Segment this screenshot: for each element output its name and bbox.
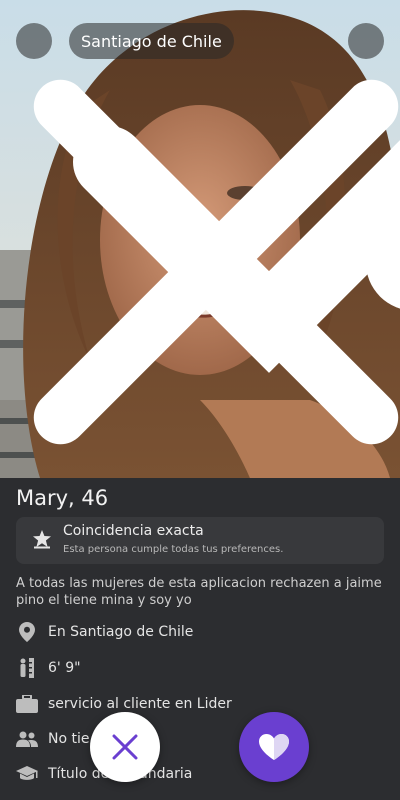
like-button[interactable] — [239, 712, 309, 782]
detail-children: No tie — [16, 727, 89, 751]
match-title: Coincidencia exacta — [63, 523, 204, 539]
profile-bio: A todas las mujeres de esta aplicacion r… — [16, 576, 382, 608]
profile-name-age: Mary, 46 — [16, 486, 109, 510]
detail-location: En Santiago de Chile — [16, 620, 193, 644]
match-subtitle: Esta persona cumple todas tus preference… — [63, 544, 284, 555]
more-options-button[interactable] — [348, 23, 400, 309]
detail-children-text: No tie — [48, 731, 90, 747]
exact-match-card: Coincidencia exacta Esta persona cumple … — [16, 517, 384, 564]
close-button[interactable] — [16, 23, 399, 445]
people-icon — [16, 728, 38, 750]
dislike-button[interactable] — [90, 712, 160, 782]
location-selector[interactable]: Santiago de Chile — [69, 23, 400, 373]
detail-height: 6' 9" — [16, 656, 81, 680]
heart-icon — [259, 734, 289, 760]
height-ruler-icon — [16, 657, 38, 679]
detail-location-text: En Santiago de Chile — [48, 624, 194, 640]
detail-height-text: 6' 9" — [48, 660, 81, 676]
detail-job-text: servicio al cliente en Lider — [48, 696, 232, 712]
location-pin-icon — [16, 621, 38, 643]
x-icon — [112, 734, 138, 760]
star-badge-icon — [33, 530, 51, 549]
briefcase-icon — [16, 693, 38, 715]
profile-photo[interactable]: Santiago de Chile — [0, 0, 400, 478]
graduation-cap-icon — [16, 763, 38, 785]
more-dots-icon — [365, 215, 400, 309]
